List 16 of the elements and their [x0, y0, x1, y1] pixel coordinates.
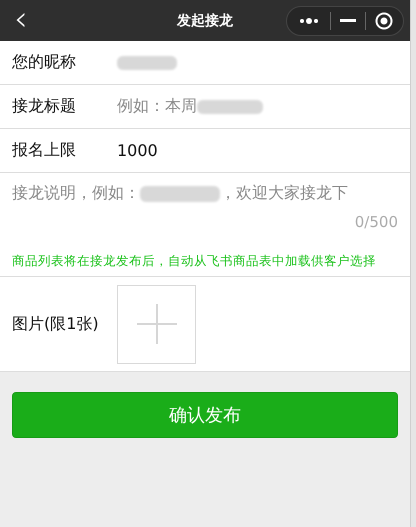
plus-icon: [136, 304, 176, 344]
publish-button[interactable]: 确认发布: [12, 392, 398, 438]
field-label: 图片(限1张): [12, 314, 100, 334]
back-button[interactable]: ‹: [4, 4, 38, 38]
field-label: 接龙标题: [12, 96, 77, 117]
field-label: 报名上限: [12, 140, 77, 161]
title-field[interactable]: 例如：本周: [117, 94, 263, 118]
info-note: 商品列表将在接龙发布后，自动从飞书商品表中加载供客户选择: [12, 252, 377, 270]
close-icon[interactable]: [374, 12, 393, 30]
minimize-icon[interactable]: [340, 18, 356, 22]
blurred-value: [117, 56, 177, 70]
page-title: 发起接龙: [177, 12, 233, 30]
limit-field[interactable]: 1000: [117, 138, 158, 162]
description-field[interactable]: 接龙说明，例如： ，欢迎大家接龙下: [12, 181, 398, 205]
field-label: 您的昵称: [12, 52, 77, 73]
character-counter: 0/500: [354, 213, 398, 231]
